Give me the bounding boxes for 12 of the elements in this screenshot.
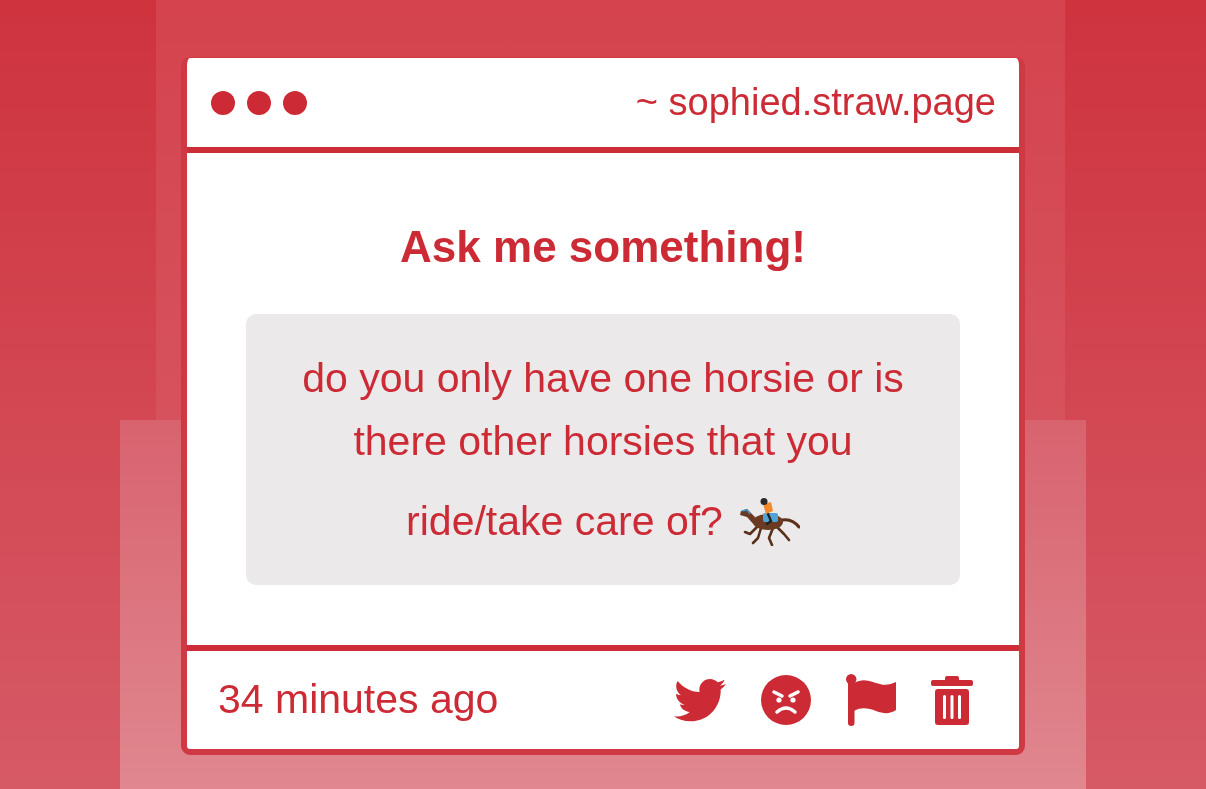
bird-icon[interactable] — [674, 678, 726, 722]
question-line: ride/take care of? — [406, 497, 723, 546]
timestamp: 34 minutes ago — [218, 675, 499, 725]
heading: Ask me something! — [400, 222, 806, 272]
trash-icon[interactable] — [931, 675, 973, 725]
horse-rider-icon — [737, 497, 800, 546]
question-line: there other horsies that you — [353, 418, 853, 464]
flag-icon[interactable] — [846, 674, 896, 726]
angry-face-icon[interactable] — [761, 675, 811, 725]
question-line: do you only have one horsie or is — [302, 355, 904, 401]
three-dots-icon — [211, 90, 307, 115]
site-address: ~ sophied.straw.page — [635, 79, 996, 125]
